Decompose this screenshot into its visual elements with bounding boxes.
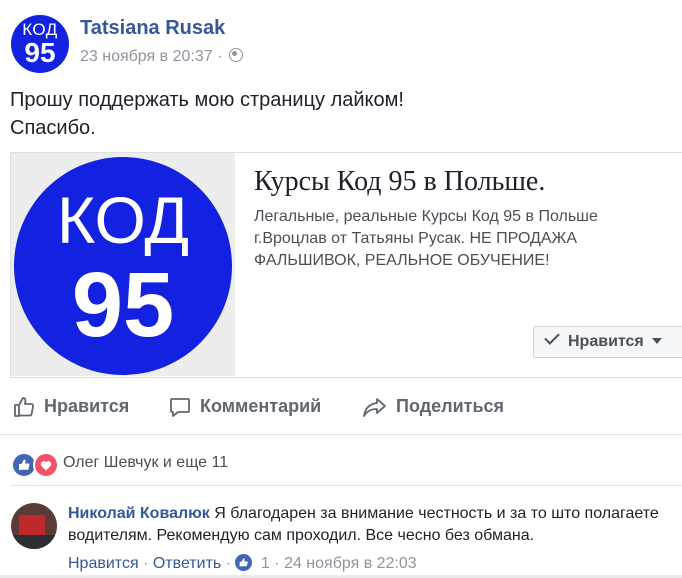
like-action-button[interactable]: Нравится: [12, 392, 129, 420]
share-arrow-icon: [363, 398, 386, 418]
separator-dot: ·: [225, 555, 232, 572]
comment-timestamp[interactable]: 24 ноября в 22:03: [284, 555, 417, 572]
commenter-avatar[interactable]: [11, 503, 57, 549]
card-title[interactable]: Курсы Код 95 в Польше.: [254, 166, 545, 198]
separator-dot: ·: [143, 555, 149, 572]
page-avatar[interactable]: КОД 95: [11, 15, 69, 73]
road-image: [11, 535, 57, 549]
avatar-text-95: 95: [24, 37, 56, 68]
comment-icon: [170, 398, 190, 418]
thumbs-up-icon: [14, 397, 35, 418]
like-action-label: Нравится: [44, 396, 130, 416]
comment-author[interactable]: Николай Ковалюк: [68, 505, 210, 522]
card-logo-kod: КОД: [56, 183, 190, 257]
comment-like-link[interactable]: Нравится: [68, 555, 139, 572]
reactions-summary[interactable]: Олег Шевчук и еще 11: [63, 454, 228, 472]
comment-actions: Нравится · Ответить · 1 · 24 ноября в 22…: [68, 554, 417, 573]
comment-action-label: Комментарий: [200, 396, 322, 416]
check-icon: [544, 329, 560, 345]
globe-icon: [228, 48, 243, 62]
caret-down-icon: [651, 338, 662, 344]
comment-reply-link[interactable]: Ответить: [153, 555, 221, 572]
card-description: Легальные, реальные Курсы Код 95 в Польш…: [254, 208, 598, 269]
post-text-line2: Спасибо.: [10, 117, 96, 139]
post-text-line1: Прошу поддержать мою страницу лайком!: [10, 89, 404, 111]
page-like-label: Нравится: [568, 333, 644, 350]
share-action-label: Поделиться: [396, 396, 505, 416]
post-timestamp[interactable]: 23 ноября в 20:37 ·: [80, 48, 222, 65]
post-author[interactable]: Tatsiana Rusak: [80, 17, 225, 40]
post-text: Прошу поддержать мою страницу лайком! Сп…: [10, 86, 404, 142]
truck-image: [19, 515, 45, 537]
divider: [10, 485, 682, 486]
post-meta: 23 ноября в 20:37 ·: [80, 48, 243, 66]
separator-dot: ·: [274, 555, 280, 572]
page-like-button[interactable]: Нравится: [533, 326, 682, 358]
comment-body: Николай Ковалюк Я благодарен за внимание…: [68, 503, 668, 547]
card-logo: КОД 95: [14, 157, 232, 375]
like-count-icon: [235, 554, 253, 571]
divider: [0, 434, 682, 435]
card-logo-95: 95: [71, 254, 175, 356]
comment-action-button[interactable]: Комментарий: [168, 392, 321, 420]
share-action-button[interactable]: Поделиться: [362, 392, 504, 420]
comment-like-count[interactable]: 1: [261, 555, 270, 572]
love-reaction-icon[interactable]: [33, 452, 59, 478]
